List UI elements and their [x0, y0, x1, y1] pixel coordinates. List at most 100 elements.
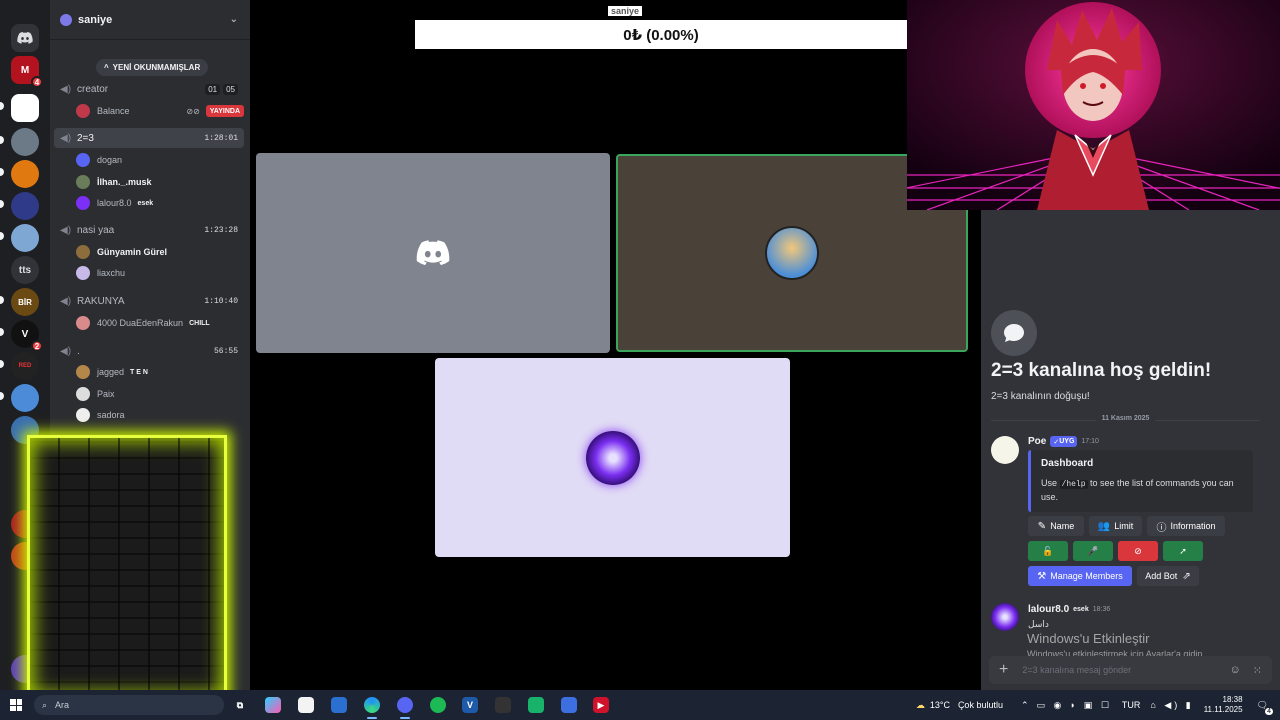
language-indicator[interactable]: TUR: [1122, 700, 1141, 710]
message-header: Poe ✓ UYG 17:10: [1028, 436, 1099, 447]
server-icon-5[interactable]: [11, 224, 39, 252]
task-view-icon[interactable]: ⧉: [232, 697, 248, 713]
avatar: [76, 387, 90, 401]
unlock-icon: 🔓: [1042, 545, 1054, 556]
server-icon-white[interactable]: [11, 94, 39, 122]
avatar: [76, 245, 90, 259]
windows-start-icon[interactable]: [10, 699, 22, 711]
app-icon-1[interactable]: [495, 697, 511, 713]
voice-user-name: 4000 DuaEdenRakun: [97, 318, 184, 328]
message-composer[interactable]: + 2=3 kanalına mesaj gönder ☺ ⁙: [989, 656, 1272, 684]
overlay-title-text: saniye: [608, 6, 643, 16]
server-icon-3[interactable]: [11, 160, 39, 188]
author-name[interactable]: lalour8.0: [1028, 604, 1069, 615]
unread-pip: [0, 360, 4, 368]
tray-status-icons[interactable]: ⌂ ◀) ▮: [1150, 700, 1193, 711]
server-icon-tts[interactable]: tts: [11, 256, 39, 284]
copilot-icon[interactable]: [265, 697, 281, 713]
bot-name[interactable]: Poe: [1028, 436, 1046, 447]
boost-button[interactable]: ➚: [1163, 541, 1203, 561]
mic-button[interactable]: 🎤: [1073, 541, 1113, 561]
speaker-icon: ◀): [60, 133, 72, 144]
voice-user[interactable]: İlhan._.musk: [76, 172, 244, 192]
server-icon-bir[interactable]: BİR: [11, 288, 39, 316]
limit-button[interactable]: 👥 Limit: [1089, 516, 1142, 536]
video-tile-lalour[interactable]: [435, 358, 790, 557]
weather-temp: 13°C: [929, 700, 950, 710]
voice-user[interactable]: 4000 DuaEdenRakun CHILL: [76, 313, 244, 333]
users-icon: 👥: [1097, 520, 1111, 532]
voice-channel-dot[interactable]: ◀) . 56:55: [54, 341, 244, 361]
user-avatar[interactable]: [991, 603, 1019, 631]
guild-icon: [60, 13, 72, 26]
app-tag: ✓ UYG: [1050, 436, 1078, 447]
unlock-button[interactable]: 🔓: [1028, 541, 1068, 561]
plus-icon[interactable]: +: [999, 661, 1008, 679]
vs-icon[interactable]: V: [462, 697, 478, 713]
button-label: Limit: [1114, 521, 1134, 531]
server-icon-6[interactable]: [11, 384, 39, 412]
tray-icons[interactable]: ▭ ◉ ◗ ▣ ☐: [1037, 700, 1112, 711]
voice-channel-creator[interactable]: ◀) creator 01 05: [54, 79, 244, 99]
youtube-icon[interactable]: ▶: [593, 697, 609, 713]
server-icon-redline[interactable]: RED: [11, 352, 39, 380]
avatar: [76, 153, 90, 167]
avatar: [76, 196, 90, 210]
voice-user[interactable]: Balance ⊘⊘ YAYINDA: [76, 101, 244, 121]
voice-user[interactable]: liaxchu: [76, 263, 244, 283]
name-button[interactable]: ✎ Name: [1028, 516, 1084, 536]
voice-user[interactable]: Paix: [76, 384, 244, 404]
taskbar-search[interactable]: ⌕ Ara: [34, 695, 224, 715]
information-button[interactable]: ⓘ Information: [1147, 516, 1225, 536]
tray-chevron-icon[interactable]: ⌃: [1021, 700, 1029, 711]
channel-timer: 56:55: [213, 346, 238, 356]
add-bot-button[interactable]: Add Bot ⇗: [1137, 566, 1199, 586]
camera-off-button[interactable]: ⊘: [1118, 541, 1158, 561]
guild-header[interactable]: saniye ⌄: [50, 0, 250, 40]
spotify-icon[interactable]: [430, 697, 446, 713]
notepad-icon[interactable]: [298, 697, 314, 713]
clock[interactable]: 18:38 11.11.2025: [1204, 695, 1243, 715]
voice-user[interactable]: sadora: [76, 405, 244, 425]
app-icon-2[interactable]: [528, 697, 544, 713]
user-limit-counter: 01 05: [205, 83, 238, 95]
user-limit: 05: [223, 83, 238, 95]
discord-taskbar-icon[interactable]: [397, 697, 413, 713]
channel-timer: 1:23:28: [204, 225, 238, 235]
new-unreads-pill[interactable]: ^ YENİ OKUNMAMIŞLAR: [96, 59, 209, 76]
vtuber-character-image: [907, 0, 1280, 210]
voice-channel-rakunya[interactable]: ◀) RAKUNYA 1:10:40: [54, 291, 244, 311]
voice-user[interactable]: Günyamin Gürel: [76, 242, 244, 262]
apps-icon[interactable]: ⁙: [1253, 664, 1262, 677]
notification-badge: 4: [1265, 707, 1273, 715]
discord-home-button[interactable]: [11, 24, 39, 52]
store-icon[interactable]: [331, 697, 347, 713]
unread-pip: [0, 136, 4, 144]
guild-name: saniye: [78, 13, 113, 26]
voice-user[interactable]: jagged T E N: [76, 362, 244, 382]
discord-logo-icon: [17, 32, 33, 44]
weather-desc: Çok bulutlu: [957, 700, 1003, 710]
user-tag: CHILL: [189, 319, 210, 327]
windows-activate-title: Windows'u Etkinleştir: [1027, 631, 1150, 646]
video-tile-dogan[interactable]: [256, 153, 610, 353]
app-icon-3[interactable]: [561, 697, 577, 713]
voice-channel-nasi-yaa[interactable]: ◀) nasi yaa 1:23:28: [54, 220, 244, 240]
arrow-up-icon: ^: [104, 63, 109, 72]
server-icon-4[interactable]: [11, 192, 39, 220]
emoji-icon[interactable]: ☺: [1230, 664, 1241, 677]
notification-icon[interactable]: 🗨 4: [1257, 700, 1273, 715]
server-icon-2[interactable]: [11, 128, 39, 156]
microphone-icon: 🎤: [1087, 545, 1099, 556]
server-icon-v[interactable]: V2: [11, 320, 43, 352]
timestamp: 17:10: [1081, 438, 1099, 445]
voice-user[interactable]: lalour8.0 esek: [76, 193, 244, 213]
edge-icon[interactable]: [364, 697, 380, 713]
server-icon-m[interactable]: M4: [11, 56, 43, 88]
bot-avatar[interactable]: [991, 436, 1019, 464]
voice-user[interactable]: dogan: [76, 150, 244, 170]
voice-channel-2-3[interactable]: ◀) 2=3 1:28:01: [54, 128, 244, 148]
date-divider: 11 Kasım 2025: [991, 415, 1260, 422]
manage-members-button[interactable]: ⚒ Manage Members: [1028, 566, 1132, 586]
hammer-icon: ⚒: [1037, 570, 1047, 582]
